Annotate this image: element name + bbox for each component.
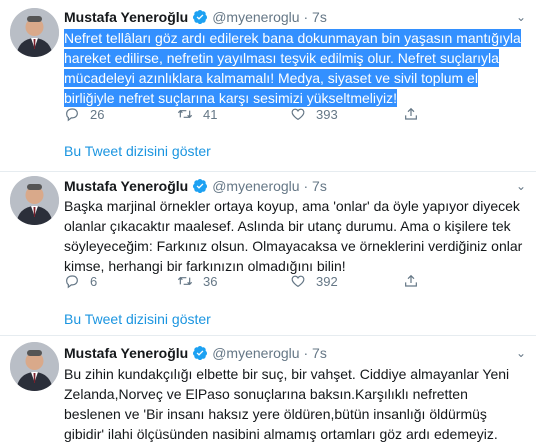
- tweet-actions: 26 41 393: [64, 106, 494, 126]
- reply-icon: [66, 108, 78, 122]
- timestamp[interactable]: 7s: [312, 178, 327, 194]
- retweet-icon: [177, 276, 193, 286]
- tweet-2[interactable]: Mustafa Yeneroğlu @myeneroglu · 7s ⌄ Başk…: [0, 172, 536, 336]
- author-name[interactable]: Mustafa Yeneroğlu: [64, 9, 188, 25]
- timestamp[interactable]: 7s: [312, 345, 327, 361]
- tweet-text: Nefret tellâları göz ardı edilerek bana …: [64, 28, 524, 108]
- tweet-text: Bu zihin kundakçılığı elbette bir suç, b…: [64, 366, 510, 442]
- show-thread-link[interactable]: Bu Tweet dizisini göster: [64, 143, 211, 159]
- reply-icon: [66, 275, 78, 289]
- tweet-header: Mustafa Yeneroğlu @myeneroglu · 7s: [64, 178, 327, 197]
- avatar[interactable]: [10, 342, 59, 391]
- author-name[interactable]: Mustafa Yeneroğlu: [64, 345, 188, 361]
- selected-text: Nefret tellâları göz ardı edilerek bana …: [64, 29, 521, 107]
- separator-dot: ·: [303, 178, 309, 194]
- separator-dot: ·: [303, 9, 309, 25]
- share-button[interactable]: [403, 273, 429, 289]
- tweet-3[interactable]: Mustafa Yeneroğlu @myeneroglu · 7s ⌄ Bu z…: [0, 336, 536, 442]
- tweet-actions: 6 36 392: [64, 273, 494, 293]
- tweet-text: Başka marjinal örnekler ortaya koyup, am…: [64, 198, 523, 274]
- retweet-count: 41: [203, 106, 218, 122]
- reply-button[interactable]: 6: [64, 273, 97, 289]
- like-button[interactable]: 393: [290, 106, 338, 122]
- like-count: 392: [316, 273, 338, 289]
- author-name[interactable]: Mustafa Yeneroğlu: [64, 178, 188, 194]
- author-handle[interactable]: @myeneroglu: [212, 345, 299, 361]
- avatar[interactable]: [10, 8, 59, 57]
- reply-button[interactable]: 26: [64, 106, 104, 122]
- like-count: 393: [316, 106, 338, 122]
- chevron-down-icon[interactable]: ⌄: [516, 10, 526, 24]
- share-icon: [405, 107, 417, 120]
- avatar[interactable]: [10, 176, 59, 225]
- heart-icon: [291, 108, 305, 121]
- verified-badge-icon: [192, 178, 208, 197]
- share-icon: [405, 274, 417, 287]
- tweet-header: Mustafa Yeneroğlu @myeneroglu · 7s: [64, 345, 327, 364]
- tweet-1[interactable]: Mustafa Yeneroğlu @myeneroglu · 7s ⌄ Nefr…: [0, 0, 536, 172]
- retweet-button[interactable]: 36: [177, 273, 217, 289]
- reply-count: 26: [90, 106, 105, 122]
- heart-icon: [291, 275, 305, 288]
- chevron-down-icon[interactable]: ⌄: [516, 346, 526, 360]
- reply-count: 6: [90, 273, 98, 289]
- retweet-button[interactable]: 41: [177, 106, 217, 122]
- author-handle[interactable]: @myeneroglu: [212, 178, 299, 194]
- verified-badge-icon: [192, 345, 208, 364]
- timestamp[interactable]: 7s: [312, 9, 327, 25]
- like-button[interactable]: 392: [290, 273, 338, 289]
- show-thread-link[interactable]: Bu Tweet dizisini göster: [64, 311, 211, 327]
- share-button[interactable]: [403, 106, 429, 122]
- separator-dot: ·: [303, 345, 309, 361]
- retweet-icon: [177, 109, 193, 119]
- verified-badge-icon: [192, 9, 208, 28]
- tweet-header: Mustafa Yeneroğlu @myeneroglu · 7s: [64, 9, 327, 28]
- author-handle[interactable]: @myeneroglu: [212, 9, 299, 25]
- retweet-count: 36: [203, 273, 218, 289]
- chevron-down-icon[interactable]: ⌄: [516, 179, 526, 193]
